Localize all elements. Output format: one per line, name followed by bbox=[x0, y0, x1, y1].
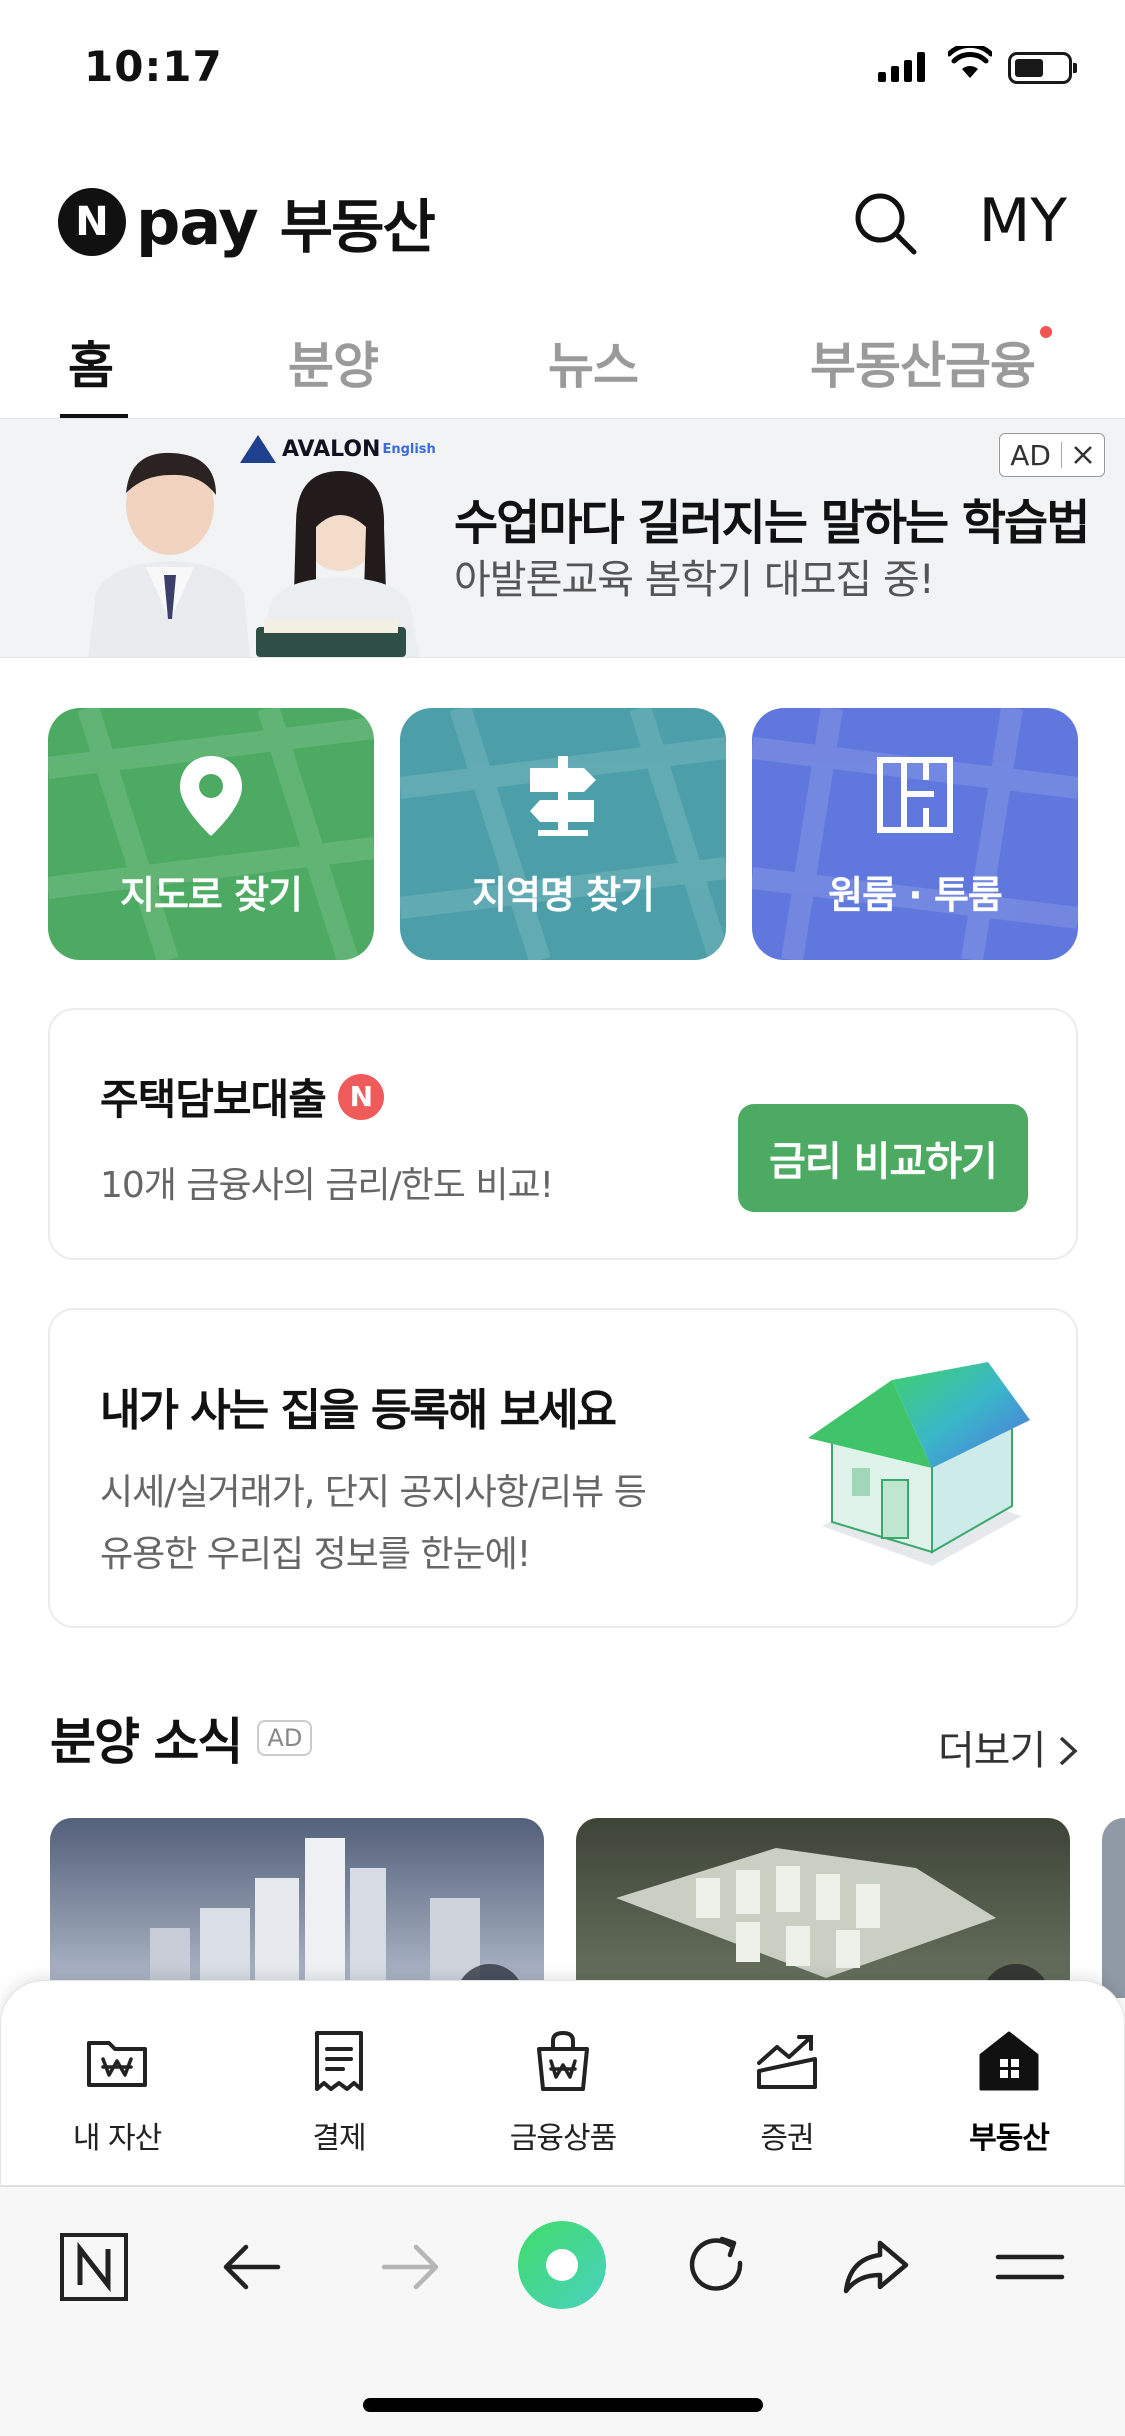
register-home-card[interactable]: 내가 사는 집을 등록해 보세요 시세/실거래가, 단지 공지사항/리뷰 등 유… bbox=[48, 1308, 1078, 1628]
forward-icon[interactable] bbox=[370, 2227, 450, 2307]
new-badge: N bbox=[337, 1073, 384, 1120]
presale-thumbnail[interactable] bbox=[1102, 1818, 1125, 1998]
more-link[interactable]: 더보기 bbox=[938, 1718, 1079, 1776]
map-search-button[interactable]: 지도로 찾기 bbox=[48, 708, 374, 960]
register-home-subtitle: 시세/실거래가, 단지 공지사항/리뷰 등 유용한 우리집 정보를 한눈에! bbox=[100, 1472, 647, 1575]
tab-presale[interactable]: 분양 bbox=[288, 326, 379, 398]
presale-thumbnail[interactable] bbox=[576, 1818, 1070, 1998]
loan-subtitle: 10개 금융사의 금리/한도 비교! bbox=[100, 1165, 554, 1206]
oneroom-tworoom-button[interactable]: 원룸 · 투룸 bbox=[752, 708, 1078, 960]
cellular-signal-icon bbox=[878, 52, 925, 82]
status-time: 10:17 bbox=[84, 42, 223, 91]
compare-rates-button[interactable]: 금리 비교하기 bbox=[738, 1104, 1028, 1212]
ad-banner[interactable]: AVALON English 수업마다 길러지는 말하는 학습법 아발론교육 봄학… bbox=[0, 418, 1125, 658]
region-search-button[interactable]: 지역명 찾기 bbox=[400, 708, 726, 960]
naver-home-icon[interactable] bbox=[54, 2227, 134, 2307]
ad-title: 수업마다 길러지는 말하는 학습법 bbox=[454, 495, 1090, 551]
green-dot-icon[interactable] bbox=[514, 2217, 610, 2313]
my-button[interactable]: MY bbox=[979, 186, 1067, 256]
nav-real-estate[interactable]: 부동산 bbox=[919, 2025, 1099, 2157]
tab-news[interactable]: 뉴스 bbox=[548, 326, 639, 398]
loan-title: 주택담보대출 N bbox=[100, 1066, 384, 1127]
home-indicator[interactable] bbox=[363, 2398, 763, 2412]
chart-up-icon bbox=[757, 2035, 817, 2089]
quick-action-label: 지역명 찾기 bbox=[471, 873, 655, 917]
avalon-logo: AVALON English bbox=[240, 435, 436, 463]
presale-thumbnail[interactable] bbox=[50, 1818, 544, 1998]
signpost-icon bbox=[530, 756, 596, 836]
brand-pay: pay bbox=[136, 185, 259, 259]
nav-my-assets[interactable]: 내 자산 bbox=[27, 2025, 207, 2157]
presale-thumbnails bbox=[50, 1818, 1125, 1998]
brand-logo[interactable]: N pay 부동산 bbox=[58, 180, 436, 264]
app-header: N pay 부동산 MY bbox=[58, 160, 1067, 270]
share-icon[interactable] bbox=[836, 2227, 916, 2307]
reload-icon[interactable] bbox=[678, 2227, 758, 2307]
chevron-right-icon bbox=[1059, 1736, 1078, 1766]
menu-icon[interactable] bbox=[990, 2227, 1070, 2307]
map-pin-icon bbox=[180, 756, 242, 836]
quick-action-label: 원룸 · 투룸 bbox=[828, 873, 1003, 917]
back-icon[interactable] bbox=[212, 2227, 292, 2307]
bottom-tab-bar: 내 자산 결제 금융상품 증권 부동산 bbox=[0, 1980, 1125, 2186]
shopping-bag-icon bbox=[537, 2030, 589, 2091]
mortgage-loan-card[interactable]: 주택담보대출 N 10개 금융사의 금리/한도 비교! 금리 비교하기 bbox=[48, 1008, 1078, 1260]
naver-n-logo-icon: N bbox=[58, 188, 126, 256]
status-bar: 10:17 bbox=[0, 0, 1125, 132]
tab-real-estate-finance[interactable]: 부동산금융 bbox=[810, 326, 1036, 398]
tab-home[interactable]: 홈 bbox=[68, 326, 114, 398]
wifi-icon bbox=[948, 46, 992, 78]
floorplan-icon bbox=[877, 757, 953, 833]
top-tabs: 홈 분양 뉴스 부동산금융 bbox=[0, 318, 1125, 419]
ad-subtitle: 아발론교육 봄학기 대모집 중! bbox=[454, 557, 935, 603]
search-icon[interactable] bbox=[850, 188, 920, 258]
quick-actions: 지도로 찾기 지역명 찾기 원룸 · 투룸 bbox=[48, 708, 1078, 960]
new-dot-badge bbox=[1040, 326, 1052, 338]
nav-securities[interactable]: 증권 bbox=[697, 2025, 877, 2157]
register-home-title: 내가 사는 집을 등록해 보세요 bbox=[100, 1385, 617, 1436]
ad-badge[interactable]: AD bbox=[999, 433, 1105, 477]
presale-section-title: 분양 소식 AD bbox=[50, 1702, 313, 1774]
nav-payment[interactable]: 결제 bbox=[249, 2025, 429, 2157]
ad-students-image bbox=[88, 452, 420, 657]
receipt-icon bbox=[315, 2031, 363, 2091]
quick-action-label: 지도로 찾기 bbox=[119, 873, 303, 917]
wallet-folder-icon bbox=[87, 2041, 147, 2087]
brand-title: 부동산 bbox=[279, 193, 436, 261]
nav-financial-products[interactable]: 금융상품 bbox=[473, 2025, 653, 2157]
battery-icon bbox=[1008, 52, 1077, 84]
ad-tag: AD bbox=[257, 1720, 313, 1756]
house-icon bbox=[979, 2031, 1039, 2091]
house-illustration-icon bbox=[808, 1362, 1030, 1566]
close-icon[interactable] bbox=[1072, 444, 1094, 466]
